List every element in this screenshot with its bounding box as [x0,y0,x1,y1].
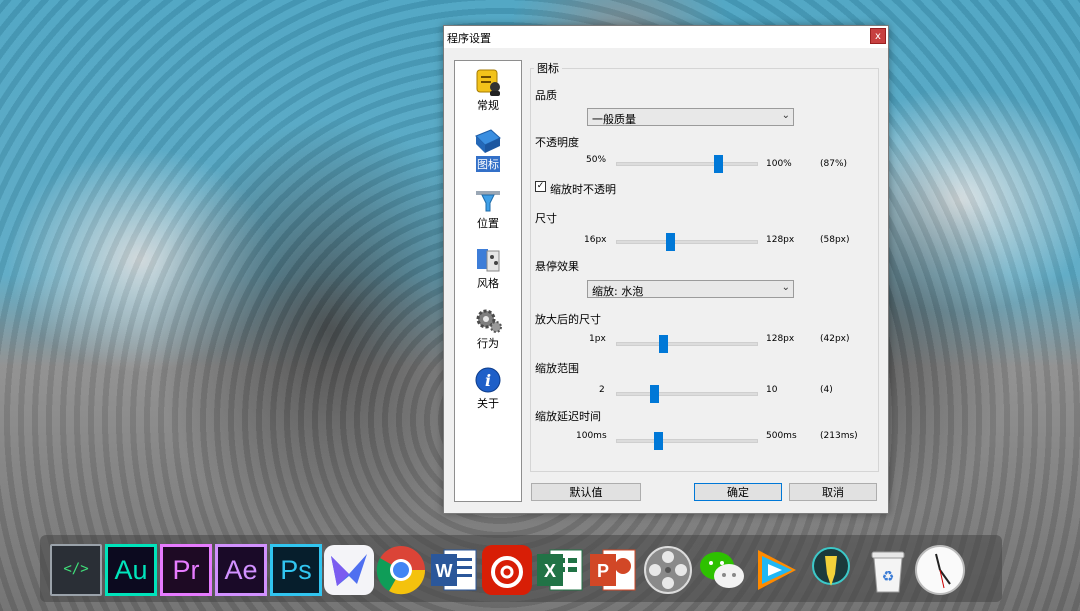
window-title: 程序设置 [447,32,491,45]
chrome-icon[interactable] [375,544,427,596]
zoom-range-value: (4) [820,385,833,395]
title-bar: 程序设置 x [444,26,888,48]
nav-label: 常规 [477,99,499,112]
behavior-icon [476,309,502,333]
video-player-icon[interactable] [642,544,694,596]
zoom-delay-thumb[interactable] [654,432,663,450]
premiere-icon[interactable]: Pr [160,544,212,596]
hover-effect-label: 悬停效果 [535,260,579,273]
about-icon: i [475,367,501,393]
opacity-max: 100% [766,159,792,169]
size-max: 128px [766,235,795,245]
opacity-min: 50% [586,155,607,165]
default-button[interactable]: 默认值 [531,483,641,501]
svg-text:X: X [544,561,556,581]
tencent-video-icon[interactable] [750,544,802,596]
ok-button[interactable]: 确定 [694,483,782,501]
feishu-icon[interactable] [323,544,375,596]
powerpoint-icon[interactable]: P [587,544,639,596]
svg-text:♻: ♻ [882,569,895,585]
zoom-delay-min: 100ms [576,431,607,441]
nav-label: 风格 [477,277,499,290]
zoom-range-label: 缩放范围 [535,362,579,375]
zoom-delay-slider[interactable] [616,432,758,450]
nav-item-position[interactable]: 位置 [455,181,521,237]
size-min: 16px [584,235,607,245]
zoomed-size-value: (42px) [820,334,850,344]
wechat-icon[interactable] [696,544,748,596]
nav-item-icons[interactable]: 图标 [455,122,521,178]
opacity-value: (87%) [820,159,848,169]
photoshop-label: Ps [280,555,312,585]
hover-effect-select[interactable]: 缩放: 水泡 ⌄ [587,280,794,298]
category-list: 常规 图标 位置 风格 行为 i 关于 [454,60,522,502]
audition-icon[interactable]: Au [105,544,157,596]
group-title: 图标 [534,60,562,76]
zoomed-size-max: 128px [766,334,795,344]
zoom-delay-label: 缩放延迟时间 [535,410,601,423]
zoom-delay-max: 500ms [766,431,797,441]
icons-icon [475,129,501,153]
nav-item-about[interactable]: i 关于 [455,361,521,417]
quality-select[interactable]: 一般质量 ⌄ [587,108,794,126]
map-pin-icon[interactable] [805,544,857,596]
quality-label: 品质 [535,89,557,102]
nav-item-style[interactable]: 风格 [455,241,521,297]
size-label: 尺寸 [535,212,557,225]
after-effects-label: Ae [224,555,258,585]
nav-item-behavior[interactable]: 行为 [455,301,521,357]
opacity-label: 不透明度 [535,136,579,149]
zoom-range-max: 10 [766,385,778,395]
close-button[interactable]: x [870,28,886,44]
zoomed-size-thumb[interactable] [659,335,668,353]
after-effects-icon[interactable]: Ae [215,544,267,596]
audition-label: Au [114,555,148,585]
zoom-range-slider[interactable] [616,385,758,403]
style-icon [477,249,500,272]
netease-music-icon[interactable] [481,544,533,596]
quality-value: 一般质量 [592,113,636,126]
zoom-range-thumb[interactable] [650,385,659,403]
code-editor-icon[interactable]: </> [50,544,102,596]
zoomed-size-min: 1px [589,334,606,344]
chevron-down-icon: ⌄ [781,110,790,121]
dock: </> Au Pr Ae Ps W X P ♻ [40,535,1002,602]
cancel-button[interactable]: 取消 [789,483,877,501]
recycle-bin-icon[interactable]: ♻ [862,544,914,596]
opaque-zoom-checkbox[interactable]: ✓ [535,181,546,192]
code-editor-label: </> [63,561,89,577]
opaque-zoom-label: 缩放时不透明 [550,183,616,196]
svg-text:W: W [436,561,453,581]
size-slider[interactable] [616,233,758,251]
nav-label: 行为 [477,337,499,350]
size-value: (58px) [820,235,850,245]
svg-text:P: P [597,561,609,581]
clock-icon[interactable] [914,544,966,596]
zoomed-size-slider[interactable] [616,335,758,353]
nav-label: 图标 [476,156,500,172]
position-icon [476,191,500,212]
nav-label: 关于 [477,397,499,410]
settings-window: 程序设置 x 常规 图标 位置 风格 行为 i 关于 图标 品质 一般质量 ⌄ … [443,25,889,514]
svg-text:i: i [485,371,491,390]
nav-item-general[interactable]: 常规 [455,63,521,119]
hover-effect-value: 缩放: 水泡 [592,285,644,298]
word-icon[interactable]: W [428,544,480,596]
zoomed-size-label: 放大后的尺寸 [535,313,601,326]
nav-label: 位置 [477,217,499,230]
opacity-slider[interactable] [616,155,758,173]
excel-icon[interactable]: X [534,544,586,596]
opacity-thumb[interactable] [714,155,723,173]
general-icon [476,69,500,96]
zoom-range-min: 2 [599,385,605,395]
zoom-delay-value: (213ms) [820,431,858,441]
chevron-down-icon: ⌄ [781,282,790,293]
photoshop-icon[interactable]: Ps [270,544,322,596]
size-thumb[interactable] [666,233,675,251]
premiere-label: Pr [172,555,200,585]
